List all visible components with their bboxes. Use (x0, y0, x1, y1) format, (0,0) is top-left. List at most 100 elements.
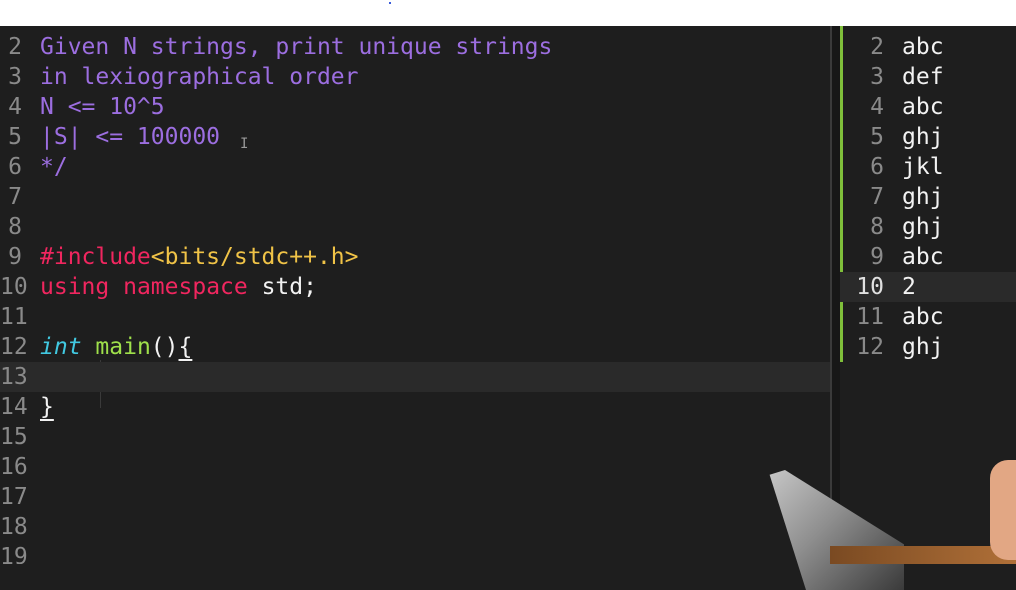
input-line[interactable]: 3 def (840, 62, 1016, 92)
line-number: 12 (0, 334, 28, 360)
line-number: 3 (8, 64, 22, 90)
line-number: 11 (856, 304, 884, 330)
line-number: 17 (0, 484, 28, 510)
code-editor[interactable]: I 2 Given N strings, print unique strings… (0, 26, 830, 564)
input-line-text: 2 (902, 274, 916, 300)
line-number: 8 (870, 214, 884, 240)
line-number: 5 (870, 124, 884, 150)
top-bar-dot (389, 2, 391, 4)
line-number: 9 (8, 244, 22, 270)
line-code: N <= 10^5 (40, 92, 165, 122)
input-line[interactable]: 10 2 (840, 272, 1016, 302)
presenter-hand (990, 460, 1016, 560)
code-token: Given N strings, print unique strings (40, 34, 553, 60)
input-line-text: ghj (902, 184, 944, 210)
input-line-text: ghj (902, 124, 944, 150)
code-token: #include (40, 244, 151, 270)
input-line[interactable]: 11 abc (840, 302, 1016, 332)
input-line-text: ghj (902, 334, 944, 360)
code-line[interactable]: 4 N <= 10^5 (0, 92, 830, 122)
line-code: */ (40, 152, 68, 182)
line-number: 2 (8, 34, 22, 60)
line-code: using namespace std; (40, 272, 317, 302)
code-line[interactable]: 16 (0, 452, 830, 482)
line-number: 7 (8, 184, 22, 210)
code-line[interactable]: 3 in lexiographical order (0, 62, 830, 92)
line-number: 6 (8, 154, 22, 180)
code-token: <bits/stdc++.h> (150, 244, 359, 270)
input-line[interactable]: 7 ghj (840, 182, 1016, 212)
line-number: 4 (870, 94, 884, 120)
code-line[interactable]: 6 */ (0, 152, 830, 182)
line-code: #include<bits/stdc++.h> (40, 242, 359, 272)
input-line-text: jkl (902, 154, 944, 180)
code-line[interactable]: 2 Given N strings, print unique strings (0, 32, 830, 62)
line-number: 7 (870, 184, 884, 210)
code-token: namespace (123, 274, 248, 300)
code-line[interactable]: 15 (0, 422, 830, 452)
code-line[interactable]: 13 (0, 362, 830, 392)
code-line[interactable]: 12 int main(){ (0, 332, 830, 362)
input-line[interactable]: 6 jkl (840, 152, 1016, 182)
line-number: 5 (8, 124, 22, 150)
code-token: std; (247, 274, 317, 300)
code-line[interactable]: 17 (0, 482, 830, 512)
line-number: 10 (0, 274, 28, 300)
input-line-text: ghj (902, 214, 944, 240)
line-code: Given N strings, print unique strings (40, 32, 552, 62)
pane-divider[interactable] (830, 26, 840, 564)
line-number: 16 (0, 454, 28, 480)
code-token: } (40, 394, 54, 420)
input-line-text: def (902, 64, 944, 90)
line-number: 14 (0, 394, 28, 420)
line-number: 18 (0, 514, 28, 540)
input-line[interactable]: 12 ghj (840, 332, 1016, 362)
line-code: in lexiographical order (40, 62, 359, 92)
code-token: |S| <= 100000 (40, 124, 221, 150)
window-top-bar (0, 0, 1016, 26)
input-line[interactable]: 2 abc (840, 32, 1016, 62)
line-number: 15 (0, 424, 28, 450)
code-token: in lexiographical order (40, 64, 359, 90)
input-line-text: abc (902, 244, 944, 270)
code-line[interactable]: 8 (0, 212, 830, 242)
code-line[interactable]: 5 |S| <= 100000 (0, 122, 830, 152)
line-number: 10 (856, 274, 884, 300)
code-token: { (178, 334, 193, 360)
code-token: () (150, 334, 179, 360)
input-line[interactable]: 4 abc (840, 92, 1016, 122)
line-number: 19 (0, 544, 28, 564)
code-line[interactable]: 11 (0, 302, 830, 332)
code-line[interactable]: 10 using namespace std; (0, 272, 830, 302)
line-code: } (40, 392, 54, 422)
line-number: 12 (856, 334, 884, 360)
code-line[interactable]: 7 (0, 182, 830, 212)
line-number: 11 (0, 304, 28, 330)
input-line-text: abc (902, 34, 944, 60)
line-code: int main(){ (40, 332, 192, 362)
code-line[interactable]: 19 (0, 542, 830, 564)
code-token: */ (40, 154, 68, 180)
code-line[interactable]: 9 #include<bits/stdc++.h> (0, 242, 830, 272)
input-line-text: abc (902, 94, 944, 120)
input-line[interactable]: 9 abc (840, 242, 1016, 272)
line-number: 6 (870, 154, 884, 180)
line-number: 8 (8, 214, 22, 240)
line-number: 3 (870, 64, 884, 90)
code-line[interactable]: 18 (0, 512, 830, 542)
code-token: N <= 10^5 (40, 94, 165, 120)
code-token: main (95, 334, 151, 360)
laptop-base (830, 546, 1016, 564)
input-line[interactable]: 8 ghj (840, 212, 1016, 242)
input-line-text: abc (902, 304, 944, 330)
line-code: |S| <= 100000 (40, 122, 220, 152)
code-token: int (40, 334, 82, 360)
line-number: 13 (0, 364, 28, 390)
line-number: 2 (870, 34, 884, 60)
code-token: using (40, 274, 110, 300)
input-line[interactable]: 5 ghj (840, 122, 1016, 152)
code-line[interactable]: 14} (0, 392, 830, 422)
line-number: 4 (8, 94, 22, 120)
